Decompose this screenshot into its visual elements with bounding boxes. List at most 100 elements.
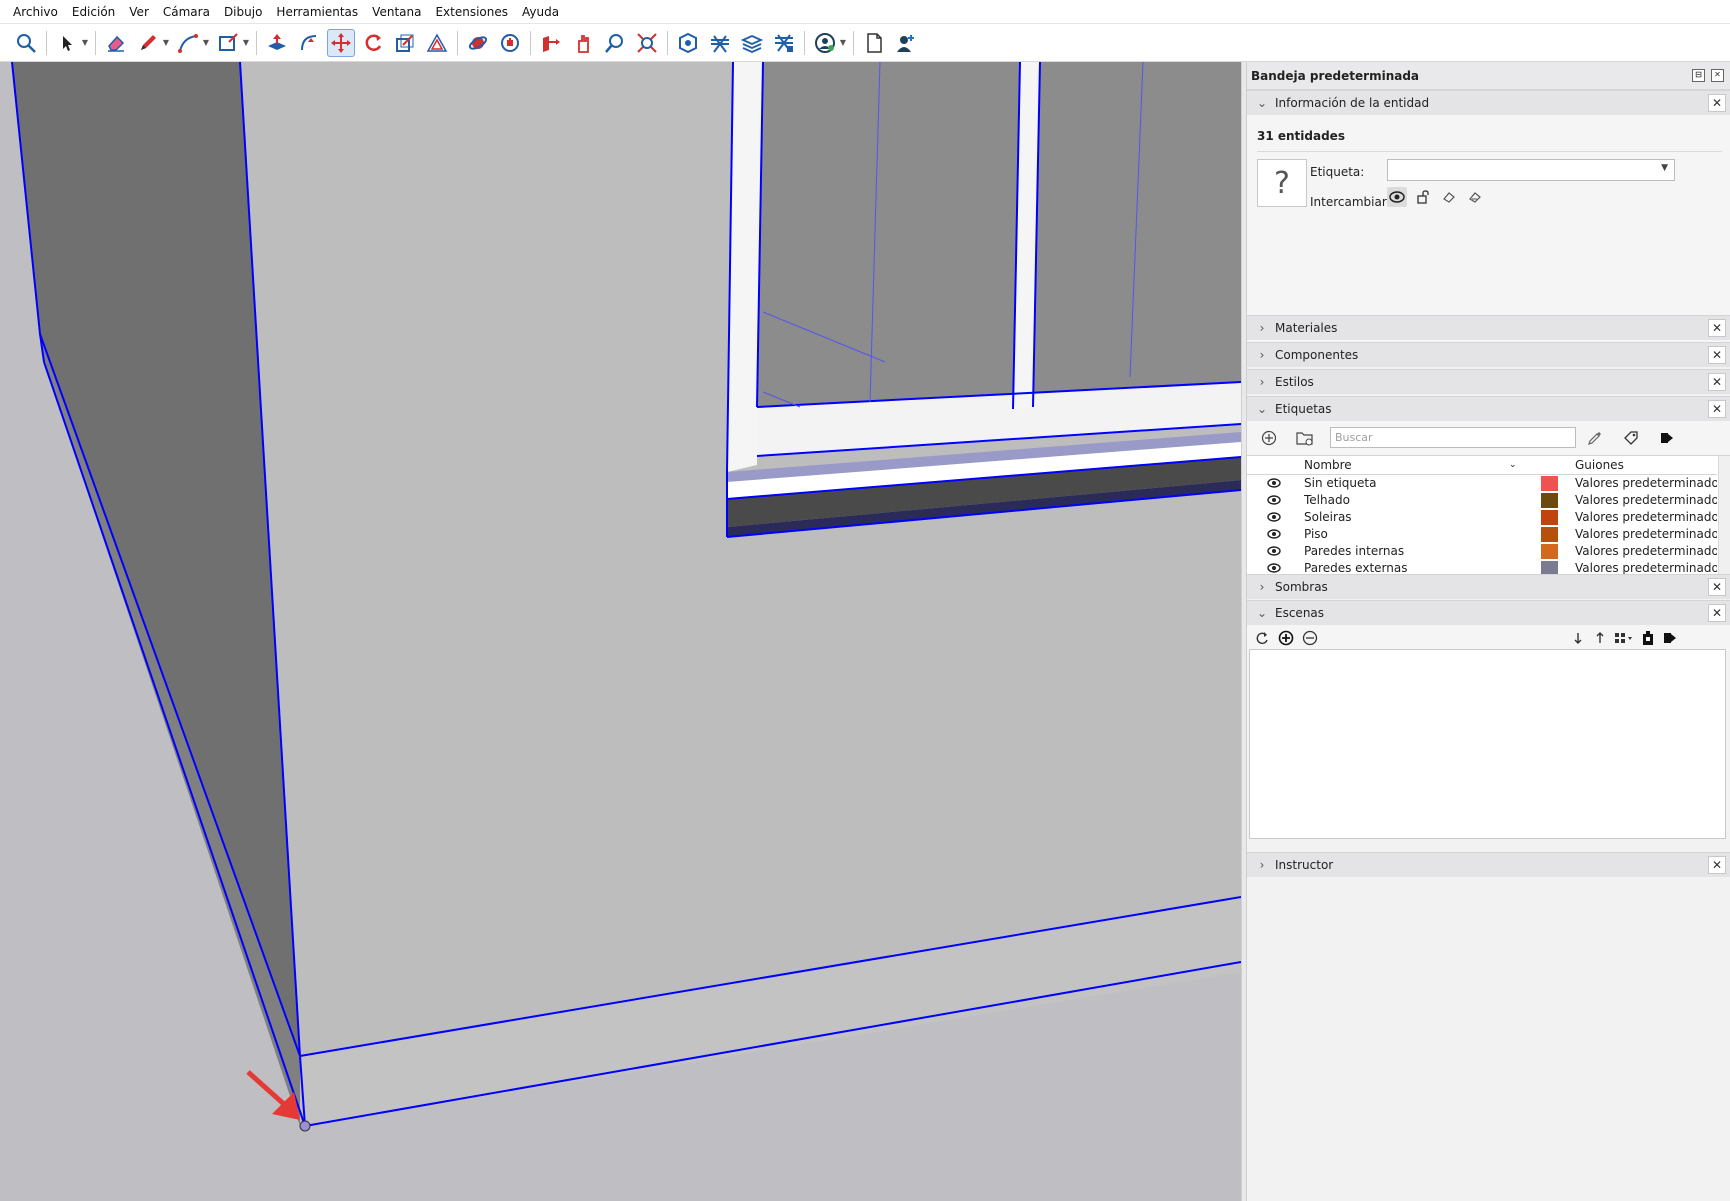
tag-tool-icon[interactable] <box>1621 428 1641 448</box>
close-icon[interactable]: ✕ <box>1708 319 1726 337</box>
tag-row[interactable]: Piso Valores predeterminados <box>1247 526 1717 543</box>
menu-extensiones[interactable]: Extensiones <box>428 5 515 19</box>
zoom-extents-icon[interactable] <box>633 29 661 57</box>
view-options-icon[interactable] <box>1613 629 1635 647</box>
panel-instructor[interactable]: › Instructor ✕ <box>1247 852 1730 877</box>
eye-icon[interactable] <box>1267 477 1281 489</box>
panel-etiquetas[interactable]: ⌄ Etiquetas ✕ <box>1247 396 1730 421</box>
model-viewport[interactable] <box>0 62 1241 1201</box>
eyedropper-icon[interactable] <box>1585 428 1605 448</box>
move-icon[interactable] <box>327 28 355 57</box>
panel-sombras[interactable]: › Sombras ✕ <box>1247 574 1730 599</box>
eye-icon[interactable] <box>1267 494 1281 506</box>
tray-close-icon[interactable]: ✕ <box>1711 69 1724 82</box>
tag-dashes[interactable]: Valores predeterminados <box>1575 493 1717 507</box>
tag-color-swatch[interactable] <box>1541 493 1558 508</box>
panel-escenas[interactable]: ⌄ Escenas ✕ <box>1247 600 1730 625</box>
eye-icon[interactable] <box>1267 511 1281 523</box>
outliner-icon[interactable] <box>770 29 798 57</box>
tag-dashes[interactable]: Valores predeterminados <box>1575 527 1717 541</box>
pin-icon[interactable]: ⊟ <box>1692 69 1705 82</box>
solid-tools-icon[interactable] <box>674 29 702 57</box>
menu-ayuda[interactable]: Ayuda <box>515 5 566 19</box>
rotate-icon[interactable] <box>359 29 387 57</box>
layers-icon[interactable] <box>738 29 766 57</box>
chevron-down-icon[interactable]: ⌄ <box>1509 460 1517 470</box>
lock-icon[interactable] <box>1413 187 1433 207</box>
tag-row[interactable]: Telhado Valores predeterminados <box>1247 492 1717 509</box>
panel-materiales[interactable]: › Materiales ✕ <box>1247 315 1730 340</box>
menu-archivo[interactable]: Archivo <box>6 5 65 19</box>
menu-camara[interactable]: Cámara <box>156 5 217 19</box>
rectangle-dropdown-chevron-icon[interactable]: ▼ <box>242 29 250 57</box>
close-icon[interactable]: ✕ <box>1708 604 1726 622</box>
tag-dashes[interactable]: Valores predeterminados <box>1575 561 1717 575</box>
select-dropdown-chevron-icon[interactable]: ▼ <box>81 29 89 57</box>
col-nombre[interactable]: Nombre <box>1304 458 1352 472</box>
cast-shadow-icon[interactable] <box>1465 187 1485 207</box>
tag-row[interactable]: Sin etiqueta Valores predeterminados <box>1247 475 1717 492</box>
tags-scrollbar[interactable] <box>1718 456 1730 581</box>
details-arrow-icon[interactable] <box>1657 428 1677 448</box>
pencil-icon[interactable] <box>134 29 162 57</box>
receive-shadow-icon[interactable] <box>1439 187 1459 207</box>
select-icon[interactable] <box>53 29 81 57</box>
tag-color-swatch[interactable] <box>1541 476 1558 491</box>
menu-herramientas[interactable]: Herramientas <box>269 5 365 19</box>
scale-icon[interactable] <box>391 29 419 57</box>
tags-search-input[interactable]: Buscar <box>1330 427 1576 448</box>
add-tag-folder-icon[interactable] <box>1295 428 1315 448</box>
tag-color-swatch[interactable] <box>1541 527 1558 542</box>
model-scene[interactable] <box>0 62 1241 1201</box>
move-scene-up-icon[interactable] <box>1591 629 1609 647</box>
scenes-list[interactable] <box>1249 649 1726 839</box>
tag-dashes[interactable]: Valores predeterminados <box>1575 510 1717 524</box>
tag-row[interactable]: Paredes internas Valores predeterminados <box>1247 543 1717 560</box>
eye-icon[interactable] <box>1387 187 1407 207</box>
eye-icon[interactable] <box>1267 562 1281 574</box>
close-icon[interactable]: ✕ <box>1708 94 1726 112</box>
add-user-icon[interactable] <box>892 29 920 57</box>
move-scene-down-icon[interactable] <box>1569 629 1587 647</box>
arc-icon[interactable] <box>174 29 202 57</box>
col-guiones[interactable]: Guiones <box>1575 458 1624 472</box>
menu-dibujo[interactable]: Dibujo <box>217 5 269 19</box>
zoom-icon[interactable] <box>601 29 629 57</box>
offset-icon[interactable] <box>423 29 451 57</box>
push-pull-icon[interactable] <box>263 29 291 57</box>
panel-entity-info[interactable]: ⌄ Información de la entidad ✕ <box>1247 90 1730 115</box>
menu-ventana[interactable]: Ventana <box>365 5 428 19</box>
section-plane-icon[interactable] <box>537 29 565 57</box>
orbit-icon[interactable] <box>464 29 492 57</box>
new-document-icon[interactable] <box>860 29 888 57</box>
menu-edicion[interactable]: Edición <box>65 5 122 19</box>
tag-row[interactable]: Soleiras Valores predeterminados <box>1247 509 1717 526</box>
panel-componentes[interactable]: › Componentes ✕ <box>1247 342 1730 367</box>
pencil-dropdown-chevron-icon[interactable]: ▼ <box>162 29 170 57</box>
account-icon[interactable] <box>811 29 839 57</box>
eraser-icon[interactable] <box>102 29 130 57</box>
tag-color-swatch[interactable] <box>1541 544 1558 559</box>
tag-dashes[interactable]: Valores predeterminados <box>1575 476 1717 490</box>
sandbox-icon[interactable] <box>706 29 734 57</box>
follow-me-icon[interactable] <box>295 29 323 57</box>
close-icon[interactable]: ✕ <box>1708 856 1726 874</box>
tag-color-swatch[interactable] <box>1541 510 1558 525</box>
panel-estilos[interactable]: › Estilos ✕ <box>1247 369 1730 394</box>
eye-icon[interactable] <box>1267 528 1281 540</box>
account-dropdown-chevron-icon[interactable]: ▼ <box>839 29 847 57</box>
close-icon[interactable]: ✕ <box>1708 578 1726 596</box>
search-icon[interactable] <box>12 29 40 57</box>
rectangle-icon[interactable] <box>214 29 242 57</box>
arc-dropdown-chevron-icon[interactable]: ▼ <box>202 29 210 57</box>
tag-dashes[interactable]: Valores predeterminados <box>1575 544 1717 558</box>
eye-icon[interactable] <box>1267 545 1281 557</box>
pan-icon[interactable] <box>496 29 524 57</box>
menu-ver[interactable]: Ver <box>122 5 156 19</box>
close-icon[interactable]: ✕ <box>1708 346 1726 364</box>
scenes-details-arrow-icon[interactable] <box>1661 629 1679 647</box>
update-scene-icon[interactable] <box>1639 629 1657 647</box>
refresh-icon[interactable] <box>1253 629 1271 647</box>
tag-select[interactable]: ▼ <box>1387 159 1675 181</box>
add-scene-icon[interactable] <box>1277 629 1295 647</box>
